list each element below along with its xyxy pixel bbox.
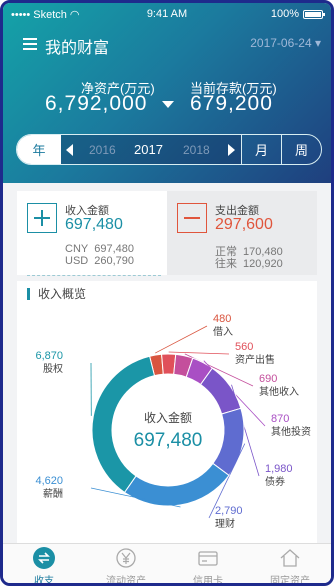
income-donut-chart: 480借入560资产出售 690其他收入 870其他投资 1,980债券 2,790理财…	[35, 313, 311, 530]
tab-credit-card[interactable]: 信用卡	[167, 544, 249, 586]
tab-label: 流动资产	[106, 576, 146, 586]
slice-value-label: 690	[259, 373, 277, 385]
net-assets-value: 6,792,000	[45, 92, 148, 115]
plus-icon[interactable]	[27, 203, 57, 233]
expense-type-amount: 120,920	[243, 258, 283, 270]
expense-row: 往来 120,920	[215, 255, 283, 271]
minus-icon[interactable]	[177, 203, 207, 233]
deposit-value: 679,200	[190, 92, 273, 115]
income-expense-icon	[33, 547, 55, 569]
battery-group: 100%	[270, 8, 325, 20]
chevron-down-icon: ▾	[314, 36, 321, 50]
expense-card[interactable]: 支出金额 297,600 正常 170,480 往来 120,920	[167, 191, 317, 275]
slice-category-label: 债券	[265, 475, 285, 488]
caret-down-icon[interactable]	[162, 101, 174, 108]
battery-icon	[303, 9, 325, 19]
leader-line	[168, 351, 230, 355]
slice-category-label: 资产出售	[235, 353, 275, 366]
income-overview-panel: 收入概览 480 借入 560 资产出售 690 其他收入 870 其他投资 1,980 债券 2,…	[17, 281, 317, 543]
donut-slice-6[interactable]	[123, 462, 230, 507]
title-bar: 我的财富 2017-06-24 ▾	[3, 31, 331, 57]
tab-fixed-assets[interactable]: 固定资产	[249, 544, 331, 586]
slice-category-label: 股权	[43, 362, 63, 375]
page-title: 我的财富	[45, 40, 110, 57]
tab-liquid-assets[interactable]: 流动资产	[85, 544, 167, 586]
next-year-icon[interactable]	[228, 144, 235, 156]
slice-value-label: 1,980	[265, 463, 293, 475]
asset-summary: 净资产(万元) 6,792,000 当前存款(万元) 679,200	[3, 75, 331, 125]
period-selector: 年 2016 2017 2018 月 周	[16, 134, 322, 165]
slice-value-label: 6,870	[35, 350, 63, 362]
yen-coin-icon	[115, 547, 137, 569]
tab-month[interactable]: 月	[241, 135, 281, 164]
income-row: USD 260,790	[65, 255, 134, 267]
date-picker[interactable]: 2017-06-24 ▾	[250, 36, 321, 50]
income-card[interactable]: 收入金额 697,480 CNY 697,480 USD 260,790	[17, 191, 167, 275]
expense-type-label: 往来	[215, 258, 237, 270]
slice-value-label: 4,620	[35, 475, 63, 487]
slice-value-label: 2,790	[215, 505, 243, 517]
slice-category-label: 其他收入	[259, 385, 299, 398]
tab-week[interactable]: 周	[281, 135, 321, 164]
slice-category-label: 理财	[215, 517, 235, 530]
donut-center-label: 收入金额	[144, 410, 192, 425]
donut-center-value: 697,480	[134, 430, 203, 451]
year-current[interactable]: 2017	[134, 142, 163, 157]
phone-frame: ••••• Sketch ◠ 9:41 AM 100% 我的财富 2017-06…	[0, 0, 334, 586]
currency-label: USD	[65, 255, 89, 267]
credit-card-icon	[197, 547, 219, 569]
slice-category-label: 借入	[213, 326, 233, 338]
slice-category-label: 薪酬	[43, 488, 63, 500]
slice-value-label: 560	[235, 341, 253, 353]
tab-income-expense[interactable]: 收支	[3, 544, 85, 586]
tab-label: 信用卡	[193, 576, 223, 586]
income-row: CNY 697,480	[65, 243, 134, 255]
slice-value-label: 480	[213, 313, 231, 325]
date-value: 2017-06-24	[250, 36, 312, 50]
currency-amount: 260,790	[94, 255, 134, 267]
tab-year[interactable]: 年	[17, 135, 61, 164]
income-value: 697,480	[65, 216, 123, 233]
tab-label: 固定资产	[270, 576, 310, 586]
summary-cards: 收入金额 697,480 CNY 697,480 USD 260,790 支出金额 …	[17, 191, 317, 275]
year-switcher: 2016 2017 2018	[61, 135, 241, 164]
menu-icon[interactable]	[23, 38, 37, 50]
slice-value-label: 870	[271, 413, 289, 425]
currency-label: CNY	[65, 243, 89, 255]
prev-year-icon[interactable]	[66, 144, 73, 156]
house-icon	[279, 547, 301, 569]
tab-label: 收支	[34, 576, 54, 586]
donut-slice-5[interactable]	[212, 407, 245, 477]
bottom-nav: 收支 流动资产 信用卡 固定资产	[3, 543, 331, 586]
expense-value: 297,600	[215, 216, 273, 233]
slice-category-label: 其他投资	[271, 425, 311, 438]
battery-percent: 100%	[270, 8, 299, 20]
leader-line	[155, 325, 208, 354]
currency-amount: 697,480	[94, 243, 134, 255]
year-next[interactable]: 2018	[183, 143, 210, 157]
header: ••••• Sketch ◠ 9:41 AM 100% 我的财富 2017-06…	[3, 3, 331, 183]
year-prev[interactable]: 2016	[89, 143, 116, 157]
status-bar: ••••• Sketch ◠ 9:41 AM 100%	[3, 3, 331, 25]
dashed-divider	[27, 275, 161, 276]
